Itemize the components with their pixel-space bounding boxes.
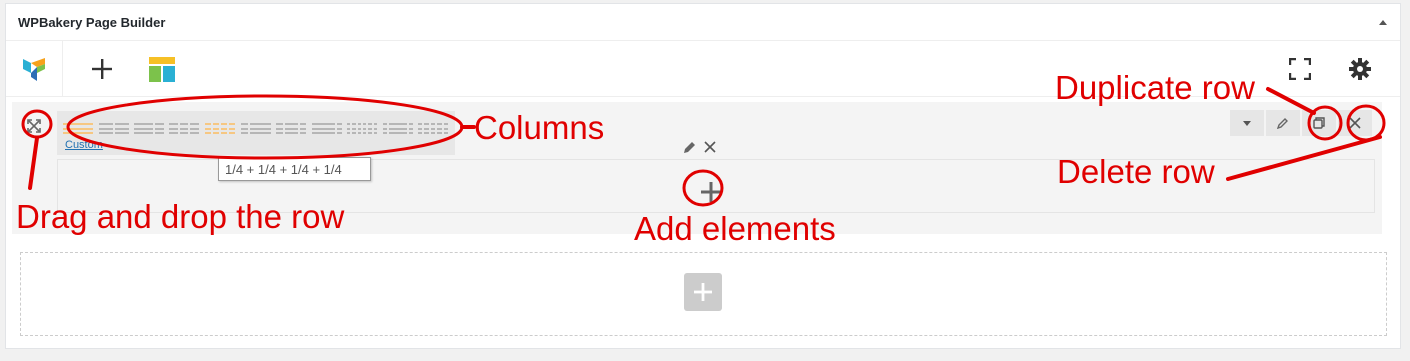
delete-highlight-circle bbox=[1346, 104, 1386, 142]
annotation-drag: Drag and drop the row bbox=[16, 198, 345, 235]
drag-highlight-circle bbox=[21, 109, 53, 139]
annotation-add-elements: Add elements bbox=[634, 210, 836, 247]
duplicate-pointer-line bbox=[1266, 87, 1316, 115]
delete-pointer-line bbox=[1226, 135, 1382, 181]
columns-highlight-ellipse bbox=[66, 94, 464, 160]
annotation-duplicate-row: Duplicate row bbox=[1055, 69, 1255, 106]
add-element-highlight-circle bbox=[682, 169, 724, 207]
drag-pointer-line bbox=[28, 136, 39, 190]
annotation-delete-row: Delete row bbox=[1057, 153, 1215, 190]
annotation-columns: Columns bbox=[474, 109, 605, 146]
